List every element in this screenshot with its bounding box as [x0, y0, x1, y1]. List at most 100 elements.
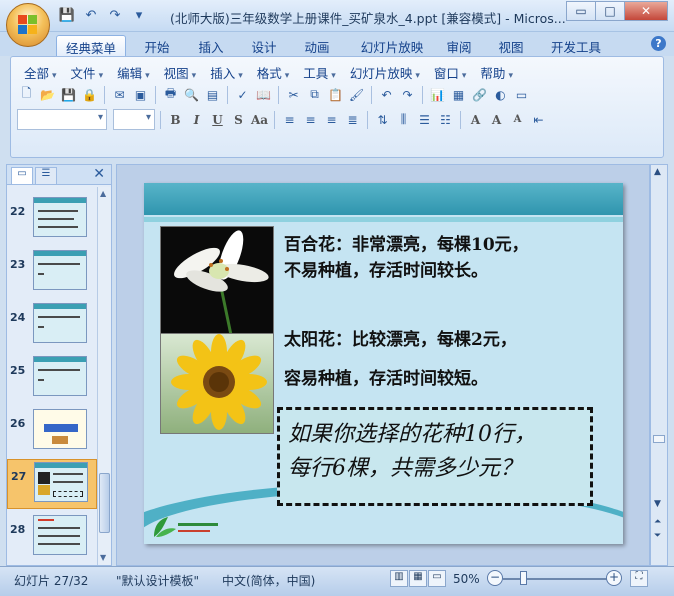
- fit-to-window-icon[interactable]: ⛶: [630, 570, 648, 587]
- open-folder-icon[interactable]: 📂: [38, 85, 57, 104]
- scroll-down-icon[interactable]: ▼: [100, 553, 106, 562]
- slide-sorter-icon[interactable]: ▦: [409, 570, 427, 587]
- slideshow-view-icon[interactable]: ▭: [428, 570, 446, 587]
- chart-icon[interactable]: 📊: [428, 85, 447, 104]
- menu-edit[interactable]: 编辑 ▾: [110, 63, 157, 82]
- menu-insert[interactable]: 插入 ▾: [203, 63, 250, 82]
- decrease-indent-icon[interactable]: ⇤: [529, 110, 548, 129]
- tab-design[interactable]: 设计: [243, 35, 285, 56]
- slide-thumbnail[interactable]: 25: [7, 354, 97, 404]
- change-case-icon[interactable]: Aa: [250, 110, 269, 129]
- bold-icon[interactable]: B: [166, 110, 185, 129]
- shrink-font-icon[interactable]: A: [508, 110, 527, 129]
- research-icon[interactable]: 📖: [254, 85, 273, 104]
- slide-thumbnail[interactable]: 28: [7, 513, 97, 563]
- question-textbox[interactable]: 如果你选择的花种10行， 每行6棵，共需多少元？: [277, 407, 593, 506]
- slide-thumbnail[interactable]: 23: [7, 248, 97, 298]
- print-preview-icon[interactable]: 🔍: [182, 85, 201, 104]
- scroll-up-icon[interactable]: ▲: [100, 189, 106, 198]
- tab-slideshow[interactable]: 幻灯片放映: [352, 35, 432, 56]
- slide-thumbnail[interactable]: 26: [7, 407, 97, 457]
- tab-review[interactable]: 审阅: [438, 35, 480, 56]
- sunflower-image[interactable]: [160, 333, 274, 434]
- close-button[interactable]: ✕: [624, 1, 668, 21]
- table-icon[interactable]: ▦: [449, 85, 468, 104]
- page-setup-icon[interactable]: ▤: [203, 85, 222, 104]
- expand-icon[interactable]: ▭: [512, 85, 531, 104]
- sunflower-description-line1[interactable]: 太阳花：比较漂亮，每棵2元，: [284, 326, 517, 354]
- maximize-button[interactable]: □: [595, 1, 625, 21]
- justify-icon[interactable]: ≣: [343, 110, 362, 129]
- slide-thumbnail[interactable]: 22: [7, 195, 97, 245]
- hyperlink-icon[interactable]: 🔗: [470, 85, 489, 104]
- italic-icon[interactable]: I: [187, 110, 206, 129]
- scroll-up-icon[interactable]: ▲: [654, 167, 661, 177]
- spelling-icon[interactable]: ✓: [233, 85, 252, 104]
- slide-thumbnail-selected[interactable]: 27: [7, 459, 97, 509]
- tab-animation[interactable]: 动画: [296, 35, 338, 56]
- previous-slide-icon[interactable]: ⏶: [654, 517, 661, 527]
- lily-image[interactable]: [160, 226, 274, 336]
- menu-tools[interactable]: 工具 ▾: [296, 63, 343, 82]
- menu-file[interactable]: 文件 ▾: [64, 63, 111, 82]
- scroll-thumb[interactable]: [653, 435, 665, 443]
- font-size-combo[interactable]: [113, 109, 155, 130]
- scroll-thumb[interactable]: [99, 473, 110, 533]
- tab-view[interactable]: 视图: [490, 35, 532, 56]
- copy-icon[interactable]: ⧉: [305, 85, 324, 104]
- zoom-in-icon[interactable]: +: [606, 570, 622, 586]
- slide-thumbnail[interactable]: 24: [7, 301, 97, 351]
- lily-description-line2[interactable]: 不易种植，存活时间较长。: [284, 257, 488, 285]
- paste-icon[interactable]: 📋: [326, 85, 345, 104]
- tab-home[interactable]: 开始: [136, 35, 178, 56]
- print-icon[interactable]: 🖶: [161, 85, 180, 104]
- permission-icon[interactable]: 🔒: [80, 85, 99, 104]
- close-icon[interactable]: ✕: [93, 166, 105, 182]
- text-direction-icon[interactable]: ⇅: [373, 110, 392, 129]
- scroll-down-icon[interactable]: ▼: [654, 499, 661, 509]
- align-center-icon[interactable]: ≡: [301, 110, 320, 129]
- save-icon[interactable]: 💾: [59, 85, 78, 104]
- tab-insert[interactable]: 插入: [190, 35, 232, 56]
- redo-icon[interactable]: ↷: [106, 6, 124, 24]
- redo-icon[interactable]: ↷: [398, 85, 417, 104]
- editor-scrollbar[interactable]: ▲ ▼ ⏶ ⏷: [650, 164, 668, 566]
- normal-view-icon[interactable]: ▥: [390, 570, 408, 587]
- menu-format[interactable]: 格式 ▾: [250, 63, 297, 82]
- language-indicator[interactable]: 中文(简体，中国): [222, 572, 315, 589]
- current-slide[interactable]: 百合花：非常漂亮，每棵10元， 不易种植，存活时间较长。 太阳花：比较漂亮，每棵…: [144, 183, 623, 544]
- font-name-combo[interactable]: [17, 109, 107, 130]
- sunflower-description-line2[interactable]: 容易种植，存活时间较短。: [284, 365, 488, 393]
- menu-all[interactable]: 全部 ▾: [17, 63, 64, 82]
- zoom-level[interactable]: 50%: [453, 572, 480, 586]
- outline-tab-icon[interactable]: ☰: [35, 167, 57, 184]
- shadow-icon[interactable]: S: [229, 110, 248, 129]
- email-icon[interactable]: ✉: [110, 85, 129, 104]
- help-icon[interactable]: ?: [651, 36, 666, 51]
- new-file-icon[interactable]: 🗋: [17, 85, 36, 104]
- color-grayscale-icon[interactable]: ◐: [491, 85, 510, 104]
- cut-icon[interactable]: ✂: [284, 85, 303, 104]
- tab-classic-menu[interactable]: 经典菜单: [56, 35, 126, 56]
- zoom-slider-thumb[interactable]: [520, 571, 528, 585]
- undo-icon[interactable]: ↶: [82, 6, 100, 24]
- menu-slideshow[interactable]: 幻灯片放映 ▾: [343, 63, 427, 82]
- menu-view[interactable]: 视图 ▾: [157, 63, 204, 82]
- numbering-icon[interactable]: ☰: [415, 110, 434, 129]
- slides-tab-icon[interactable]: ▭: [11, 167, 33, 184]
- office-button[interactable]: [6, 3, 50, 47]
- align-left-icon[interactable]: ≡: [280, 110, 299, 129]
- lily-description-line1[interactable]: 百合花：非常漂亮，每棵10元，: [284, 231, 529, 259]
- customize-qat-icon[interactable]: ▾: [130, 6, 148, 24]
- minimize-button[interactable]: ▭: [566, 1, 596, 21]
- grow-font-icon[interactable]: A: [487, 110, 506, 129]
- columns-icon[interactable]: ⫼: [394, 110, 413, 129]
- panel-scrollbar[interactable]: ▲ ▼: [97, 187, 111, 565]
- bullets-icon[interactable]: ☷: [436, 110, 455, 129]
- zoom-slider-track[interactable]: [503, 578, 607, 580]
- tab-developer[interactable]: 开发工具: [544, 35, 608, 56]
- menu-help[interactable]: 帮助 ▾: [473, 63, 520, 82]
- next-slide-icon[interactable]: ⏷: [654, 531, 661, 541]
- zoom-out-icon[interactable]: −: [487, 570, 503, 586]
- undo-icon[interactable]: ↶: [377, 85, 396, 104]
